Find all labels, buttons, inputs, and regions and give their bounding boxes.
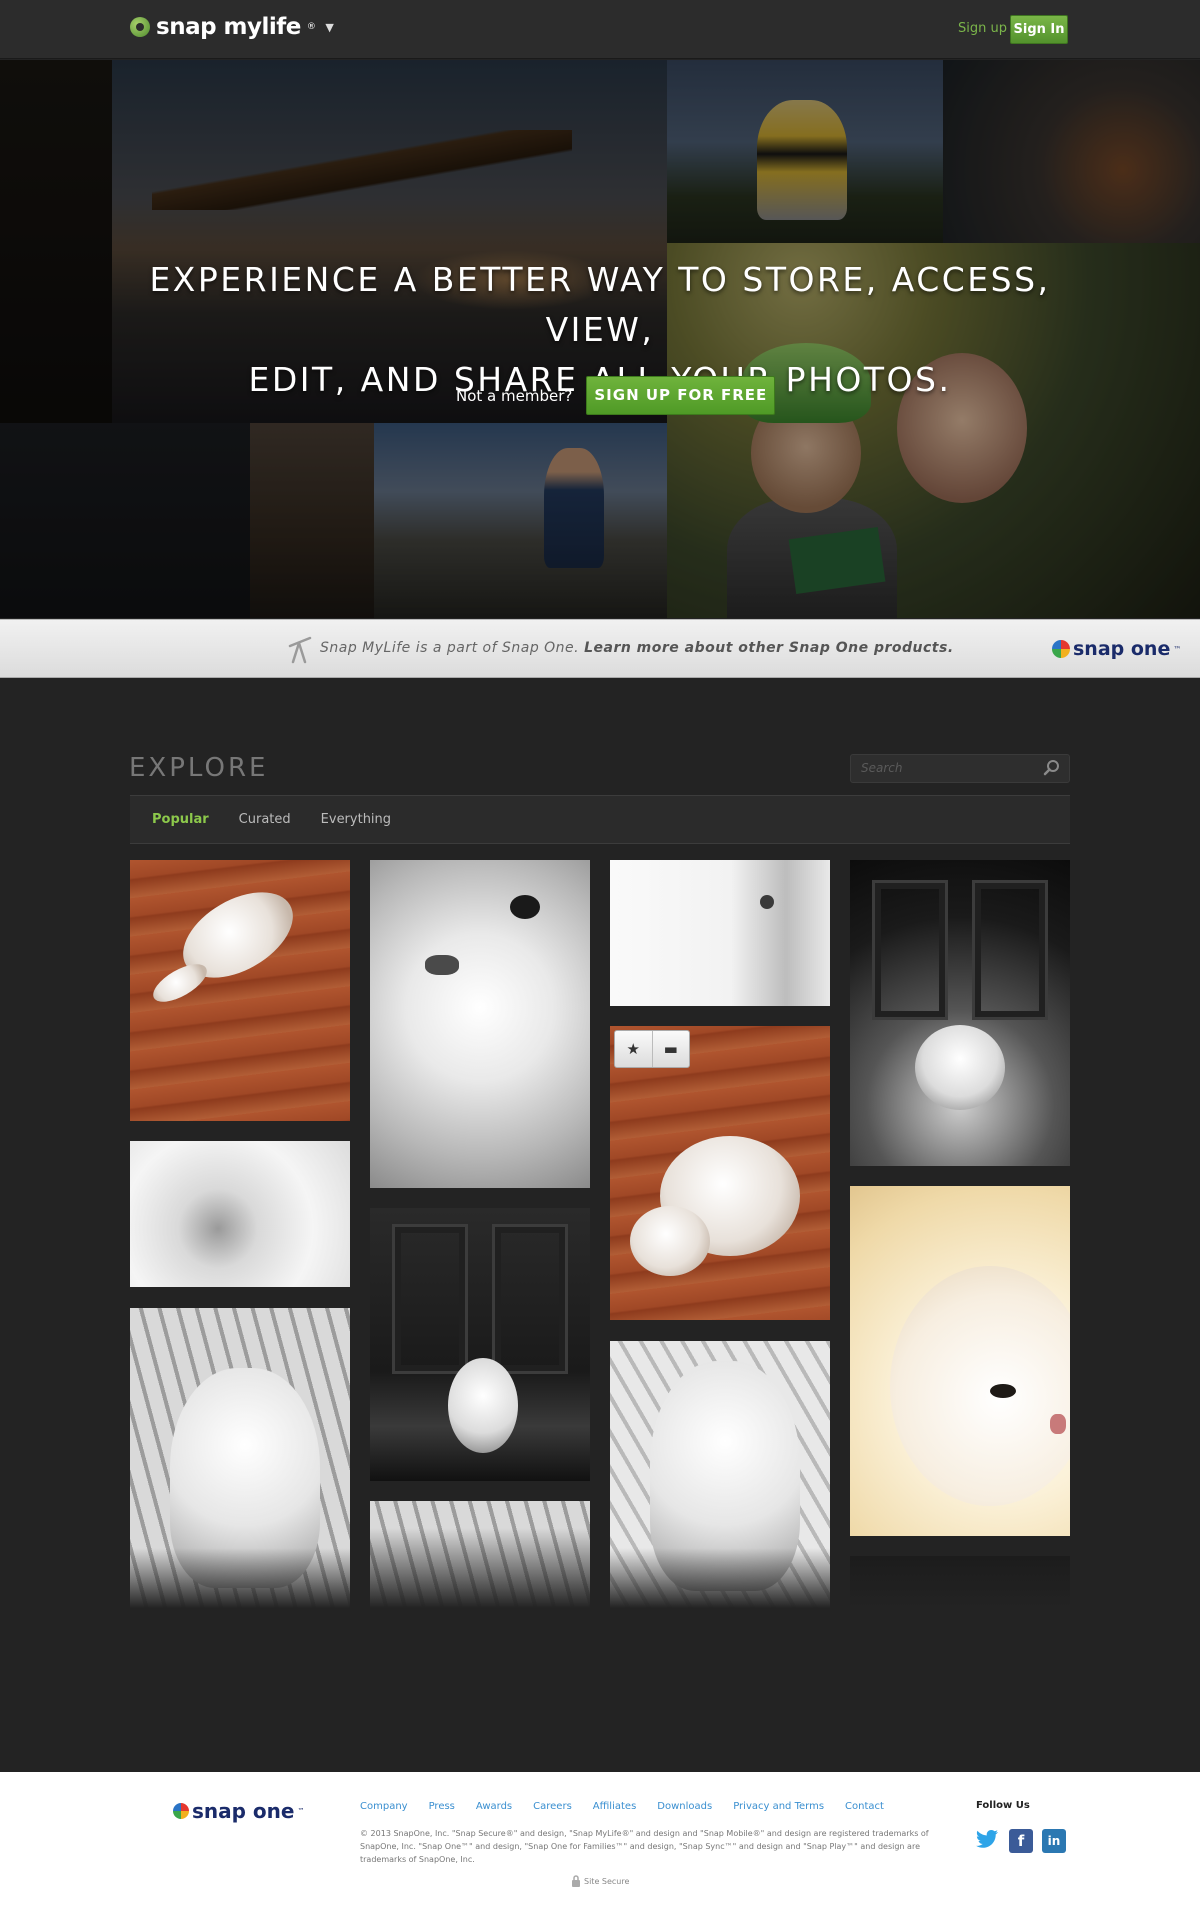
search-icon[interactable] xyxy=(1043,759,1061,777)
photo-tile[interactable] xyxy=(610,860,830,1006)
copyright-text: © 2013 SnapOne, Inc. "Snap Secure®" and … xyxy=(360,1829,929,1864)
snap-one-logo[interactable]: snap one ™ xyxy=(1052,638,1181,660)
photo-tile[interactable] xyxy=(850,860,1070,1166)
photo-tile[interactable] xyxy=(130,1141,350,1287)
logo-registered-mark: ® xyxy=(306,22,316,32)
lock-icon xyxy=(572,1875,580,1887)
not-member-text: Not a member? xyxy=(456,386,573,405)
grid-fade xyxy=(130,1548,350,1608)
signup-link[interactable]: Sign up xyxy=(958,21,1007,36)
explore-tabs: Popular Curated Everything xyxy=(130,795,1070,844)
photo-tile[interactable] xyxy=(370,860,590,1188)
snap-one-promo-bar[interactable]: Snap MyLife is a part of Snap One. Learn… xyxy=(0,619,1200,678)
telescope-icon xyxy=(288,636,312,664)
footer-snap-one-logo[interactable]: snap one ™ xyxy=(173,1799,304,1823)
photo-tile[interactable] xyxy=(370,1208,590,1481)
grid-fade xyxy=(370,1528,590,1608)
photo-actions: ★ ▬ xyxy=(614,1030,690,1068)
photo-tile[interactable] xyxy=(130,1308,350,1608)
chevron-down-icon[interactable]: ▼ xyxy=(325,21,333,34)
photo-tile[interactable] xyxy=(850,1186,1070,1536)
footer-link-privacy-terms[interactable]: Privacy and Terms xyxy=(733,1801,824,1812)
snap-mylife-logo-icon xyxy=(130,17,150,37)
photo-tile[interactable] xyxy=(850,1556,1070,1608)
footer-links: Company Press Awards Careers Affiliates … xyxy=(360,1801,884,1812)
promo-text-italic: Snap MyLife is a part of Snap One. xyxy=(320,640,580,656)
star-icon[interactable]: ★ xyxy=(615,1031,652,1067)
tab-curated[interactable]: Curated xyxy=(239,812,291,827)
site-secure-label: Site Secure xyxy=(584,1876,630,1886)
top-navigation-bar: snap mylife ® ▼ Sign up Sign In xyxy=(0,0,1200,59)
site-secure-badge: Site Secure xyxy=(571,1875,629,1887)
promo-learn-more-link[interactable]: Learn more about other Snap One products… xyxy=(584,640,954,656)
tab-popular[interactable]: Popular xyxy=(152,812,209,827)
trademark-mark: ™ xyxy=(1173,644,1182,654)
footer-link-company[interactable]: Company xyxy=(360,1801,408,1812)
footer-link-careers[interactable]: Careers xyxy=(533,1801,572,1812)
comment-icon[interactable]: ▬ xyxy=(651,1031,690,1067)
signin-button[interactable]: Sign In xyxy=(1010,15,1068,44)
search-input[interactable] xyxy=(861,761,1031,775)
footer: snap one ™ Company Press Awards Careers A… xyxy=(0,1772,1200,1911)
snap-one-logo-icon xyxy=(1052,640,1070,658)
facebook-icon[interactable]: f xyxy=(1009,1829,1033,1853)
hero-cta: Not a member? SIGN UP FOR FREE xyxy=(456,376,776,415)
linkedin-icon[interactable]: in xyxy=(1042,1829,1066,1853)
footer-link-downloads[interactable]: Downloads xyxy=(657,1801,712,1812)
grid-fade xyxy=(850,1556,1070,1608)
snap-mylife-logo[interactable]: snap mylife ® ▼ xyxy=(130,14,334,40)
grid-fade xyxy=(610,1548,830,1608)
snap-one-logo-text: snap one xyxy=(1073,638,1171,660)
logo-text: snap mylife xyxy=(156,14,301,40)
tab-everything[interactable]: Everything xyxy=(321,812,391,827)
footer-link-affiliates[interactable]: Affiliates xyxy=(593,1801,636,1812)
photo-tile-hovered[interactable] xyxy=(610,1026,830,1320)
signup-free-button[interactable]: SIGN UP FOR FREE xyxy=(586,376,776,415)
promo-text: Snap MyLife is a part of Snap One. Learn… xyxy=(320,640,954,656)
hero-headline-line: EXPERIENCE A BETTER WAY TO STORE, ACCESS… xyxy=(149,260,1051,349)
explore-heading: EXPLORE xyxy=(129,753,269,783)
snap-one-logo-icon xyxy=(173,1803,189,1819)
twitter-icon[interactable] xyxy=(975,1829,999,1853)
footer-link-press[interactable]: Press xyxy=(429,1801,455,1812)
trademark-mark: ™ xyxy=(297,1807,305,1815)
footer-logo-text: snap one xyxy=(192,1799,295,1823)
hero-banner: EXPERIENCE A BETTER WAY TO STORE, ACCESS… xyxy=(0,60,1200,618)
search-box[interactable] xyxy=(850,754,1070,783)
footer-link-awards[interactable]: Awards xyxy=(476,1801,512,1812)
photo-tile[interactable] xyxy=(370,1501,590,1608)
footer-link-contact[interactable]: Contact xyxy=(845,1801,884,1812)
follow-us-label: Follow Us xyxy=(976,1800,1030,1811)
photo-tile[interactable] xyxy=(610,1341,830,1608)
photo-tile[interactable] xyxy=(130,860,350,1121)
